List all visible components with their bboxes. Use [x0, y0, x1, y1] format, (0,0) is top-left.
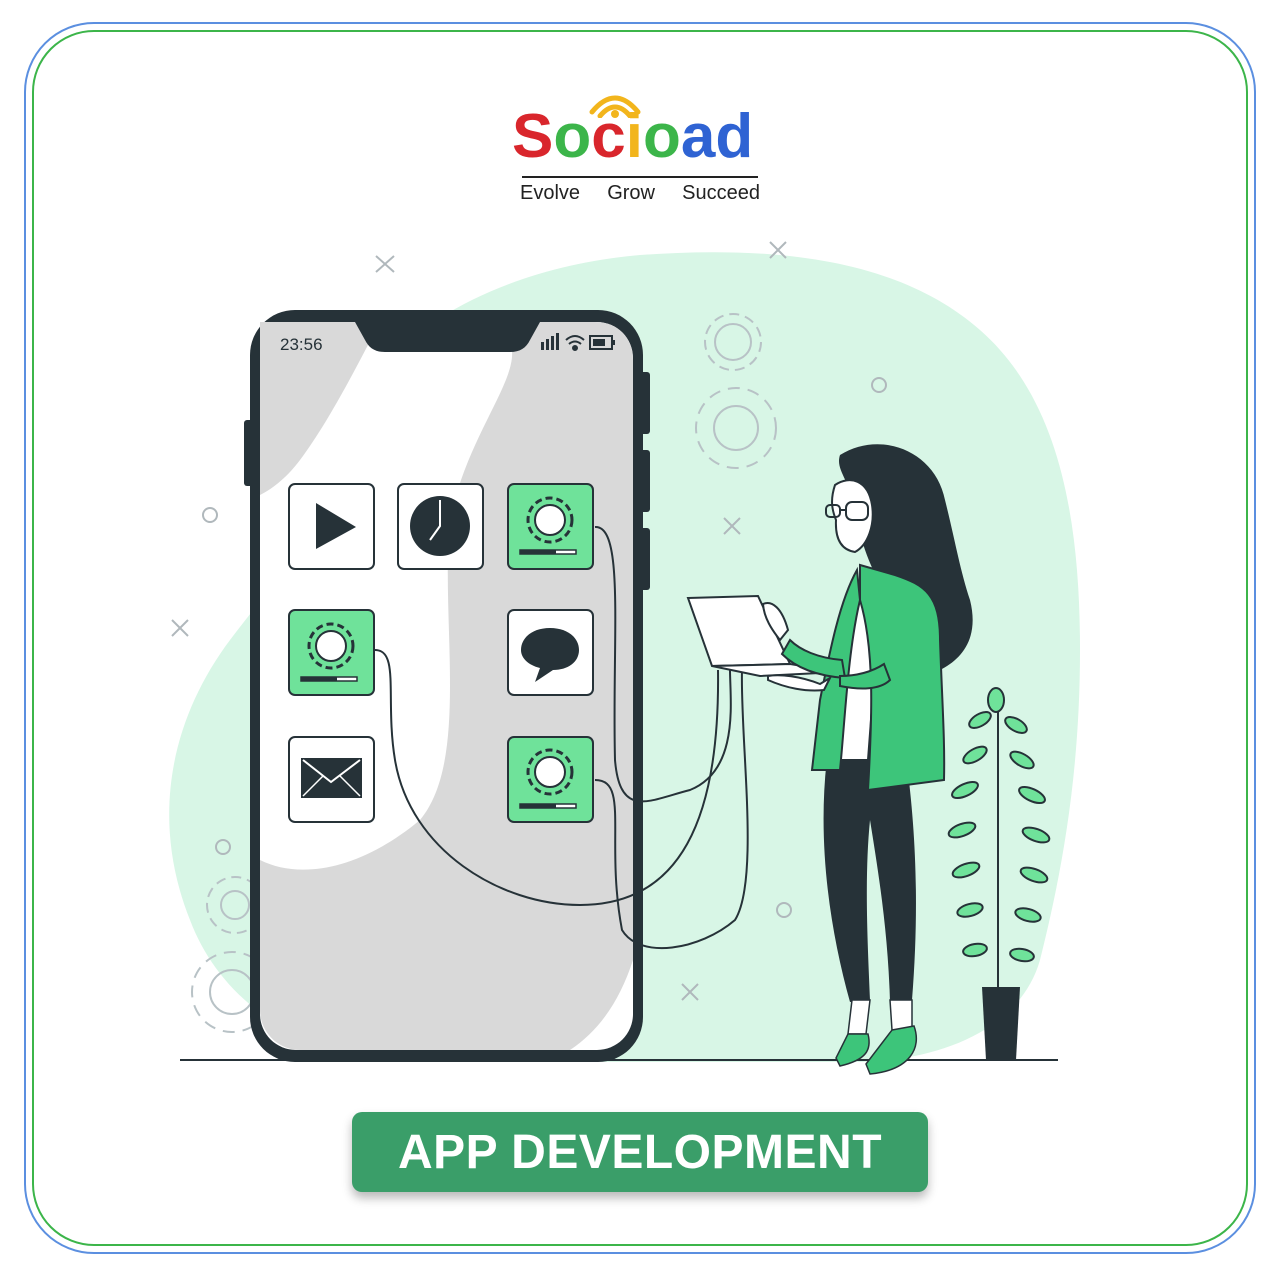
logo-letter: o — [553, 102, 592, 171]
logo-letter: d — [715, 102, 754, 171]
logo-letter: o — [642, 102, 681, 171]
status-time: 23:56 — [280, 335, 323, 354]
tagline-word: Succeed — [682, 182, 760, 204]
logo-letter: S — [512, 102, 554, 171]
tagline-word: Grow — [607, 182, 655, 204]
app-icon-clock[interactable] — [397, 483, 484, 570]
gear-icon — [534, 504, 566, 536]
app-icon-mail[interactable] — [288, 736, 375, 823]
logo-letter: c — [591, 102, 626, 171]
mail-icon — [301, 758, 362, 798]
gear-icon — [534, 756, 566, 788]
app-icon-chat[interactable] — [507, 609, 594, 696]
logo-letter: i — [625, 102, 643, 171]
logo-letter: a — [680, 102, 716, 171]
logo-divider — [522, 176, 758, 178]
tagline-word: Evolve — [520, 182, 581, 204]
app-icon-settings-bottom[interactable] — [507, 736, 594, 823]
gear-icon — [315, 630, 347, 662]
socioad-logo: Socioad Evolve Grow Succeed — [480, 78, 800, 213]
logo-tagline: Evolve Grow Succeed — [520, 182, 760, 208]
logo-wordmark: Socioad — [512, 104, 772, 170]
app-development-title: APP DEVELOPMENT — [352, 1112, 928, 1192]
app-icon-settings-top[interactable] — [507, 483, 594, 570]
app-icon-play[interactable] — [288, 483, 375, 570]
app-icon-settings-left[interactable] — [288, 609, 375, 696]
phone-notch — [355, 322, 540, 352]
